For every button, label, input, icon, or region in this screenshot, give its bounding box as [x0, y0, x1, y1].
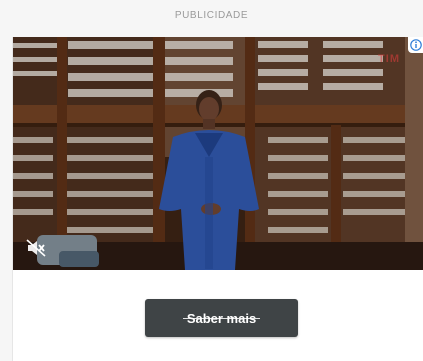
- ad-label: PUBLICIDADE: [174, 10, 249, 21]
- ad-frame: TIM Saber mais: [12, 37, 423, 361]
- speaker-muted-icon: [26, 239, 46, 257]
- adchoices-button[interactable]: [408, 37, 423, 53]
- mute-button[interactable]: [25, 237, 47, 259]
- video-player[interactable]: TIM: [13, 37, 423, 270]
- cta-area: Saber mais: [13, 270, 423, 361]
- brand-logo: TIM: [378, 53, 400, 65]
- video-frame-image: [13, 37, 423, 270]
- learn-more-label: Saber mais: [186, 310, 257, 326]
- ad-container: PUBLICIDADE TIM Saber mais: [0, 0, 423, 361]
- info-icon: [410, 39, 422, 51]
- learn-more-button[interactable]: Saber mais: [145, 299, 298, 337]
